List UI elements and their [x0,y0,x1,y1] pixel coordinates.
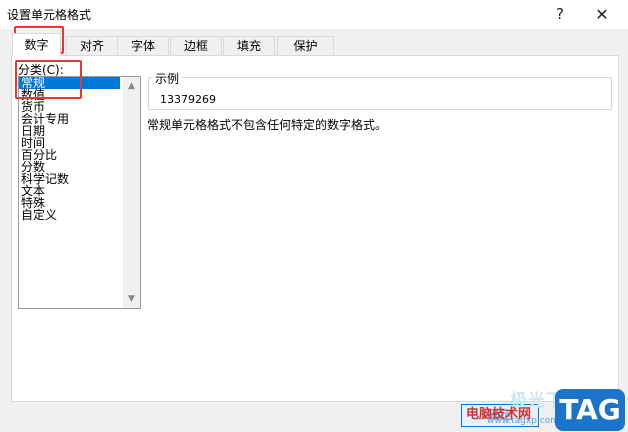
title-bar: 设置单元格格式 ? ✕ [0,0,628,29]
number-tab-panel: 分类(C): 常规 数值 货币 会计专用 日期 时间 百分比 分数 科学记数 文… [11,55,619,402]
scroll-up-icon[interactable]: ▲ [123,79,140,93]
tab-alignment[interactable]: 对齐 [66,36,118,56]
listbox-scrollbar[interactable]: ▲ ▼ [123,77,140,308]
sample-legend: 示例 [152,70,183,87]
tab-number[interactable]: 数字 [12,33,61,57]
sample-value: 13379269 [160,93,216,106]
help-button[interactable]: ? [542,0,578,29]
category-listbox[interactable]: 常规 数值 货币 会计专用 日期 时间 百分比 分数 科学记数 文本 特殊 自定… [18,76,141,309]
close-button[interactable]: ✕ [584,0,620,29]
watermark-url: www.tagxp.com [487,416,559,426]
category-item-custom[interactable]: 自定义 [19,209,140,221]
scroll-down-icon[interactable]: ▼ [123,292,140,306]
sample-group [148,77,612,110]
dialog-title: 设置单元格格式 [7,8,92,22]
tab-protection[interactable]: 保护 [277,36,334,56]
tab-border[interactable]: 边框 [170,36,222,56]
tab-fill[interactable]: 填充 [223,36,275,56]
tab-font[interactable]: 字体 [117,36,169,56]
highlight-box-category [15,60,82,99]
format-description: 常规单元格格式不包含任何特定的数字格式。 [147,118,388,132]
watermark-tag-logo: TAG [555,389,625,431]
